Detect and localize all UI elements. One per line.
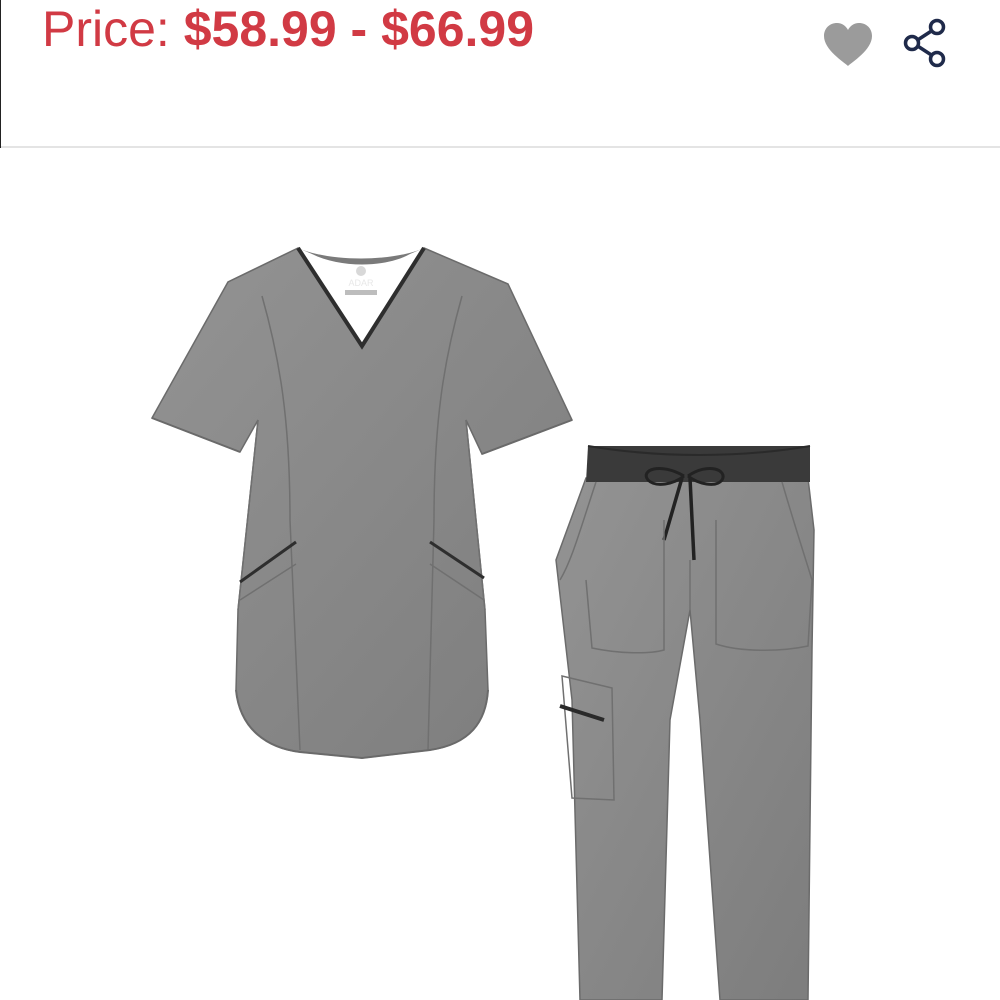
price-header: Price: $58.99 - $66.99 bbox=[0, 0, 1000, 148]
product-page: Price: $58.99 - $66.99 ADAR bbox=[0, 0, 1000, 1000]
scrub-pants bbox=[555, 445, 815, 1000]
price-row: Price: $58.99 - $66.99 bbox=[42, 0, 534, 72]
scrub-set-image[interactable]: ADAR bbox=[0, 150, 1000, 1000]
price-range: $58.99 - $66.99 bbox=[183, 1, 535, 57]
heart-icon bbox=[824, 23, 872, 66]
price-label: Price: bbox=[42, 1, 170, 57]
share-icon bbox=[903, 18, 946, 68]
scrub-top: ADAR bbox=[150, 246, 574, 760]
scrub-set-illustration: ADAR bbox=[150, 246, 815, 1000]
wishlist-button[interactable] bbox=[822, 22, 874, 68]
share-button[interactable] bbox=[900, 18, 950, 68]
brand-logo-text: ADAR bbox=[348, 278, 374, 288]
left-edge-divider bbox=[0, 0, 1, 148]
